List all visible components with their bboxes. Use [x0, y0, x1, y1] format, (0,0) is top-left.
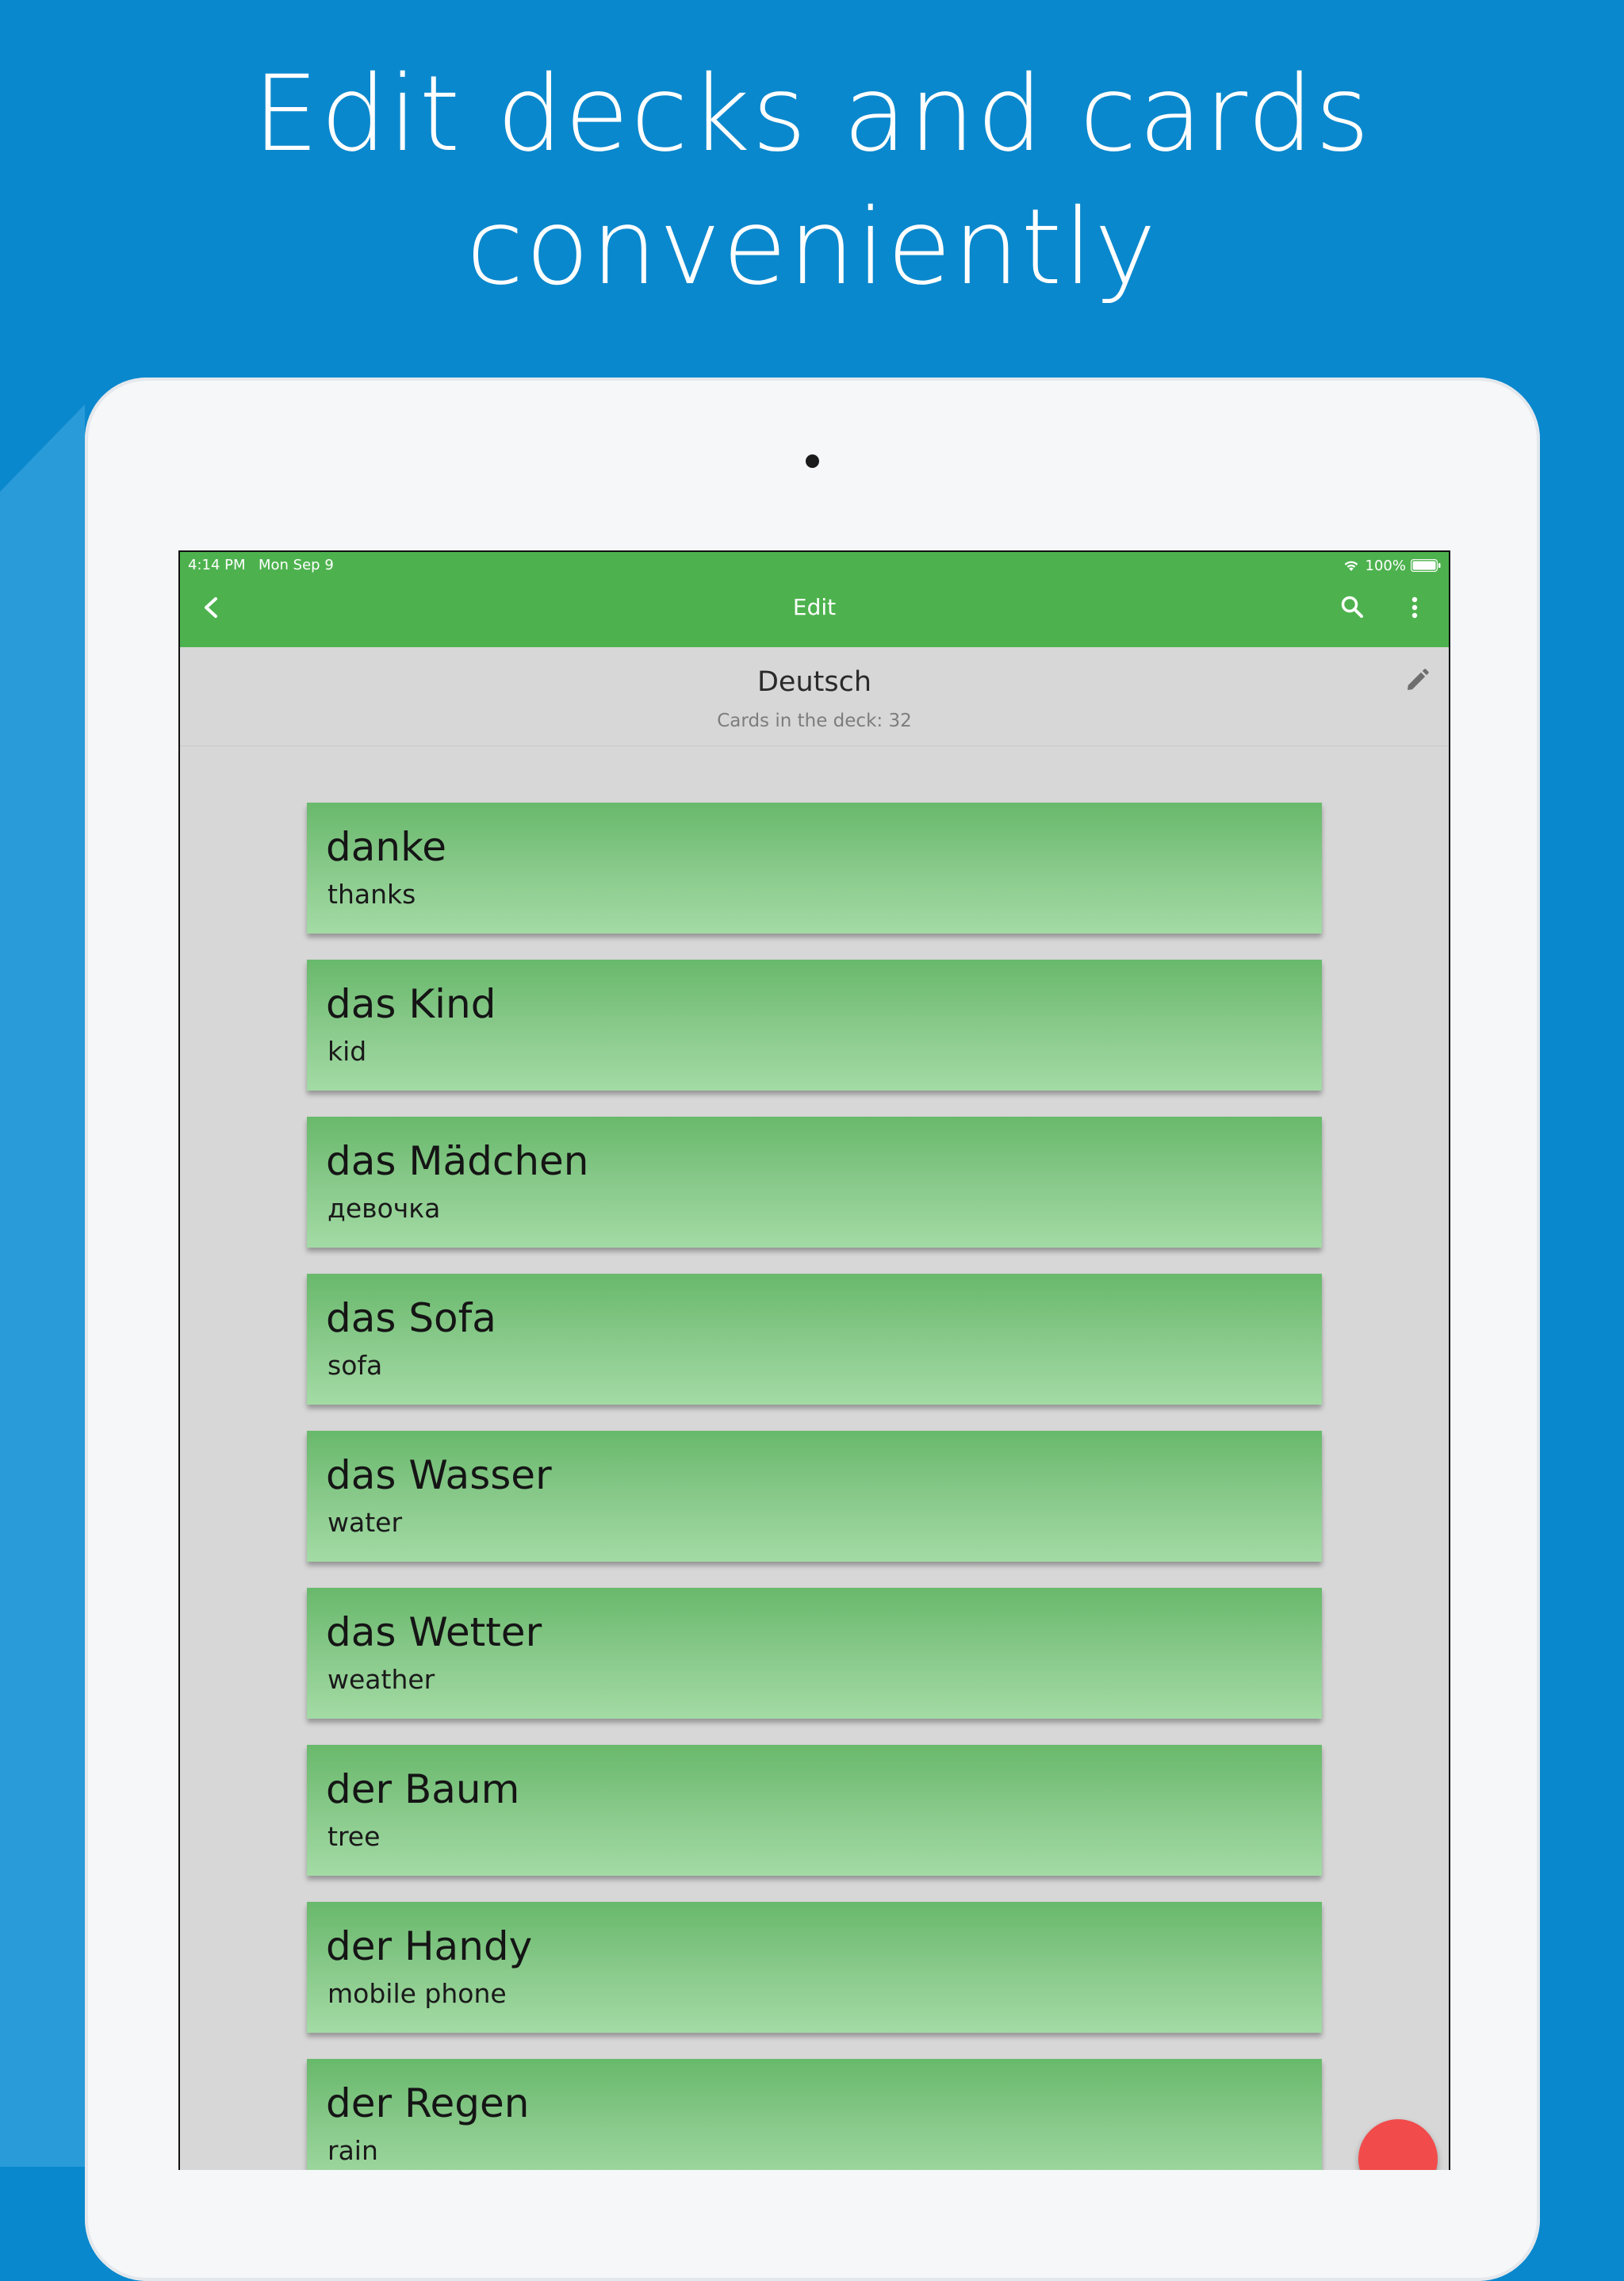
- card-word: das Kind: [326, 981, 496, 1027]
- tablet-camera: [806, 454, 819, 468]
- card-word: das Wasser: [326, 1452, 552, 1498]
- battery-percent: 100%: [1365, 557, 1406, 574]
- card-item[interactable]: das Wasser water: [307, 1431, 1322, 1562]
- app-bar: 4:14 PM Mon Sep 9 100% Edit: [180, 552, 1449, 647]
- card-translation: tree: [327, 1821, 381, 1852]
- card-translation: weather: [327, 1664, 435, 1695]
- card-translation: mobile phone: [327, 1978, 507, 2009]
- card-word: das Mädchen: [326, 1138, 589, 1184]
- card-translation: девочка: [327, 1193, 441, 1224]
- app-screen: 4:14 PM Mon Sep 9 100% Edit Deutsch Card…: [178, 550, 1450, 2170]
- card-word: danke: [326, 824, 447, 870]
- card-word: der Handy: [326, 1923, 533, 1969]
- headline-line-2: conveniently: [465, 186, 1159, 309]
- card-word: der Baum: [326, 1766, 520, 1812]
- wifi-icon: [1344, 561, 1358, 571]
- edit-pencil-icon[interactable]: [1403, 666, 1431, 695]
- card-item[interactable]: das Kind kid: [307, 960, 1322, 1091]
- status-time: 4:14 PM: [188, 557, 246, 573]
- deck-name: Deutsch: [756, 666, 872, 698]
- search-icon[interactable]: [1338, 592, 1368, 623]
- add-card-button[interactable]: [1358, 2119, 1438, 2170]
- card-list: danke thanks das Kind kid das Mädchen де…: [307, 803, 1322, 2170]
- card-translation: thanks: [327, 879, 416, 910]
- card-word: das Sofa: [326, 1295, 496, 1341]
- headline: Edit decks and cards conveniently: [0, 48, 1624, 314]
- card-translation: kid: [327, 1036, 367, 1067]
- page-title: Edit: [792, 594, 837, 620]
- card-translation: water: [327, 1507, 403, 1538]
- headline-line-1: Edit decks and cards: [252, 53, 1372, 175]
- deck-card-count: Cards in the deck: 32: [717, 711, 912, 731]
- more-vertical-icon[interactable]: [1400, 592, 1430, 623]
- card-item[interactable]: das Mädchen девочка: [307, 1117, 1322, 1248]
- card-item[interactable]: das Sofa sofa: [307, 1274, 1322, 1405]
- card-item[interactable]: danke thanks: [307, 803, 1322, 933]
- card-translation: sofa: [327, 1350, 383, 1381]
- card-translation: rain: [327, 2135, 378, 2166]
- card-word: der Regen: [326, 2080, 530, 2126]
- battery-icon: [1411, 559, 1441, 572]
- card-item[interactable]: der Baum tree: [307, 1745, 1322, 1876]
- card-item[interactable]: das Wetter weather: [307, 1588, 1322, 1719]
- status-date: Mon Sep 9: [259, 557, 334, 573]
- card-word: das Wetter: [326, 1609, 542, 1655]
- status-right: 100%: [1342, 556, 1441, 575]
- card-item[interactable]: der Handy mobile phone: [307, 1902, 1322, 2033]
- deck-header: Deutsch Cards in the deck: 32: [180, 647, 1449, 746]
- card-item[interactable]: der Regen rain: [307, 2059, 1322, 2170]
